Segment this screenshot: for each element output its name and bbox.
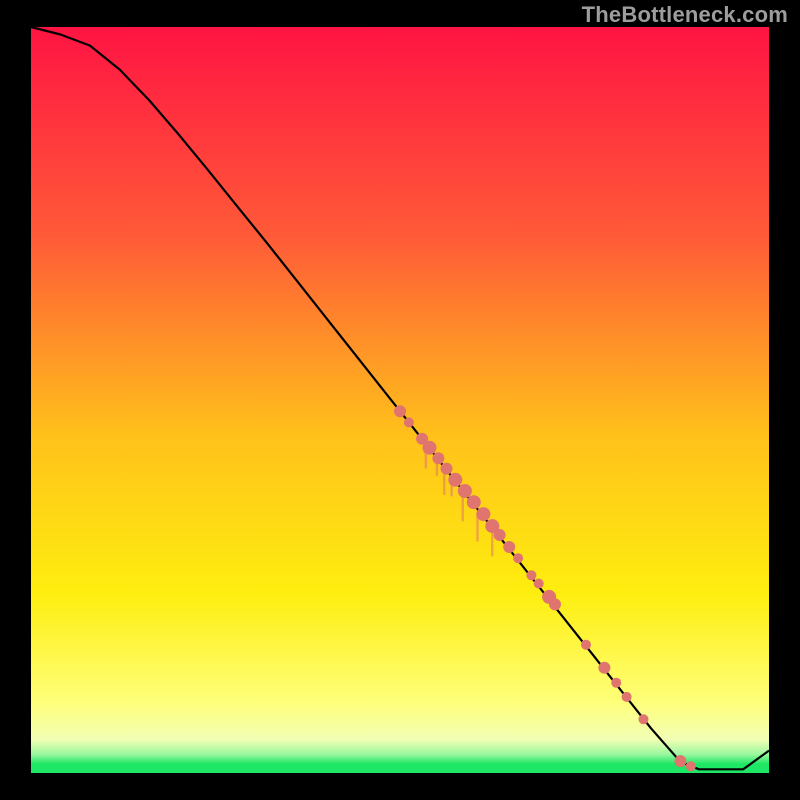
data-point	[394, 405, 406, 417]
chart-svg	[0, 0, 800, 800]
data-point	[549, 598, 561, 610]
watermark-text: TheBottleneck.com	[582, 2, 788, 28]
data-point	[674, 755, 686, 767]
data-point	[611, 678, 621, 688]
data-point	[458, 484, 472, 498]
data-point	[503, 541, 515, 553]
data-point	[441, 463, 453, 475]
data-point	[423, 441, 437, 455]
data-point	[598, 662, 610, 674]
data-point	[534, 579, 544, 589]
data-point	[686, 761, 696, 771]
data-point	[476, 507, 490, 521]
data-point	[432, 452, 444, 464]
data-point	[639, 714, 649, 724]
data-point	[467, 495, 481, 509]
data-point	[581, 640, 591, 650]
data-point	[513, 553, 523, 563]
chart-stage: TheBottleneck.com	[0, 0, 800, 800]
data-point	[404, 417, 414, 427]
data-point	[448, 473, 462, 487]
data-point	[622, 692, 632, 702]
data-point	[494, 529, 506, 541]
data-point	[526, 570, 536, 580]
plot-background	[31, 27, 769, 773]
